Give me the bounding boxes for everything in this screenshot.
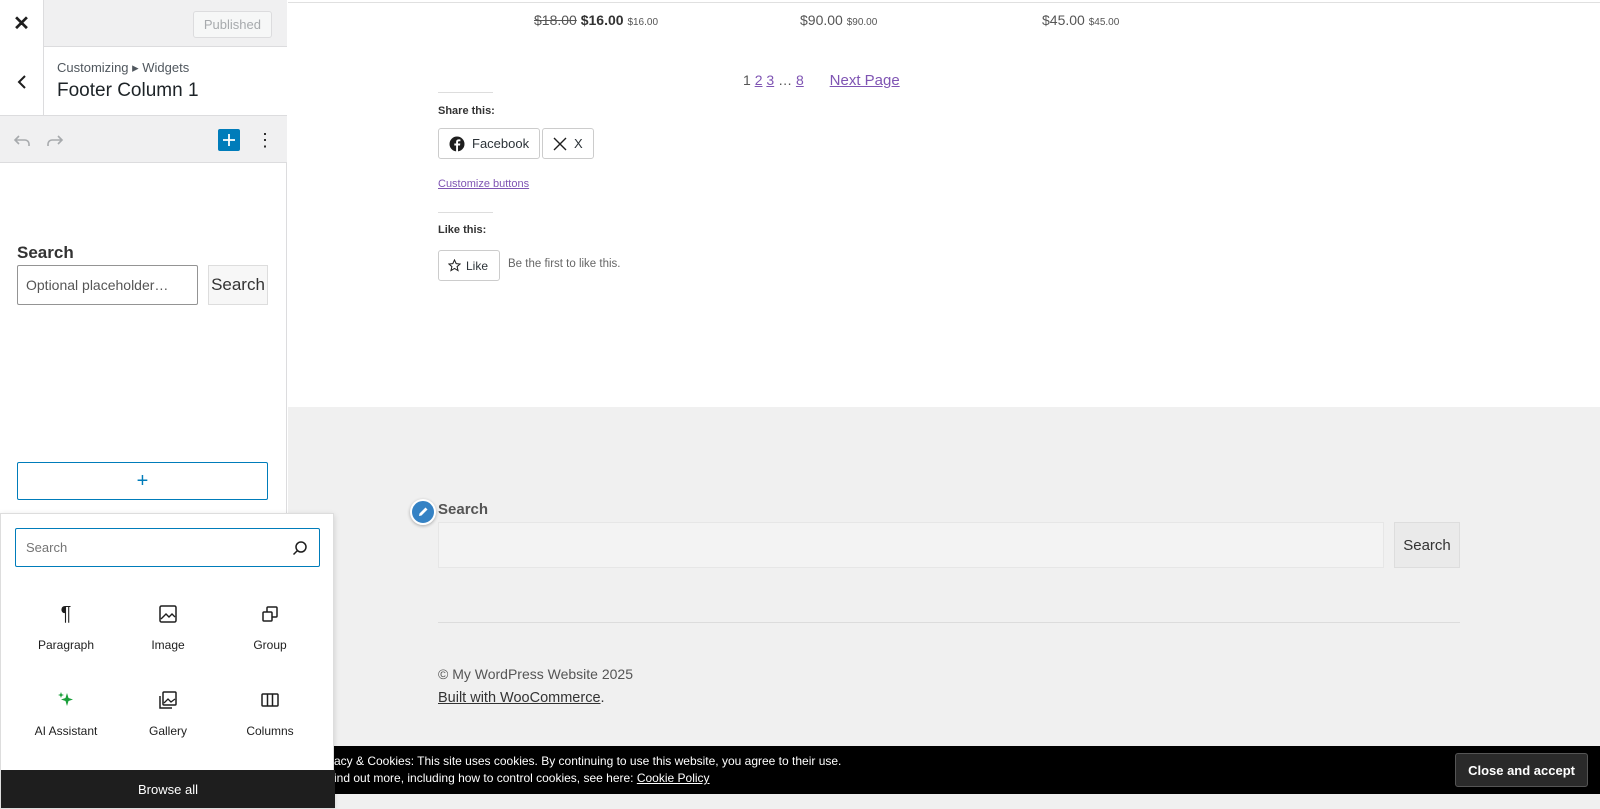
block-search-placeholder: Search [26,540,68,555]
site-preview: $18.00 $16.00 $16.00 $90.00 $90.00 $45.0… [288,0,1600,809]
back-button[interactable] [0,47,44,116]
edit-widget-shortcut-button[interactable] [410,499,436,525]
options-menu-button[interactable]: ⋮ [254,128,276,152]
chevron-left-icon [17,74,26,89]
cookie-line-1: acy & Cookies: This site uses cookies. B… [334,754,842,768]
block-item-image[interactable]: Image [117,592,219,660]
block-label: AI Assistant [34,724,98,738]
divider [438,622,1460,623]
block-item-columns[interactable]: Columns [219,678,321,746]
cookie-line-2: ind out more, including how to control c… [334,770,841,787]
published-button[interactable]: Published [192,11,272,38]
columns-icon [258,688,282,712]
search-icon [292,541,307,556]
footer-search-button[interactable]: Search [1394,522,1460,568]
cookie-banner: acy & Cookies: This site uses cookies. B… [288,746,1600,794]
customizer-top-bar: ✕ Published [0,0,287,47]
copyright-text: © My WordPress Website 2025 [438,666,633,682]
pagination-ellipsis: … [778,72,793,88]
divider [288,2,1600,3]
add-block-button[interactable]: + [17,462,268,500]
block-item-paragraph[interactable]: ¶ Paragraph [15,592,117,660]
ai-assistant-icon [54,688,78,712]
block-label: Group [253,638,287,652]
star-icon [448,259,461,272]
like-text: Be the first to like this. [508,258,621,270]
divider [438,212,493,213]
image-icon [156,602,180,626]
product-price: $45.00 $45.00 [1042,12,1119,28]
block-editor-toolbar: ⋮ [0,116,287,163]
price-small: $16.00 [627,17,659,28]
add-block-toggle-button[interactable] [218,129,240,151]
cookie-text: acy & Cookies: This site uses cookies. B… [334,753,841,787]
panel-title: Footer Column 1 [57,80,199,101]
block-item-gallery[interactable]: Gallery [117,678,219,746]
facebook-label: Facebook [472,136,530,151]
pagination: 1 2 3 … 8 Next Page [743,72,900,89]
block-search-input[interactable]: Search [15,528,320,567]
page-link-2[interactable]: 2 [755,72,763,88]
product-price: $18.00 $16.00 $16.00 [534,12,658,28]
x-logo-icon [553,137,567,150]
browse-all-button[interactable]: Browse all [1,770,335,808]
block-item-group[interactable]: Group [219,592,321,660]
divider [438,92,493,93]
product-price: $90.00 $90.00 [800,12,877,28]
footer-search-label: Search [438,501,489,518]
block-label: Gallery [148,724,187,738]
pencil-icon [419,507,428,516]
paragraph-icon: ¶ [60,602,72,625]
woocommerce-link[interactable]: Built with WooCommerce [438,690,601,706]
current-page: 1 [743,72,751,88]
page-link-8[interactable]: 8 [796,72,804,88]
close-and-accept-button[interactable]: Close and accept [1455,753,1588,787]
footer-search-input[interactable] [438,522,1384,568]
plus-icon: + [136,469,149,492]
block-label: Image [151,638,185,652]
page-link-3[interactable]: 3 [766,72,774,88]
price: $45.00 [1042,12,1085,28]
plus-icon [223,134,235,146]
like-button[interactable]: Like [438,250,500,281]
x-label: X [574,136,583,151]
share-heading: Share this: [438,105,495,117]
like-label: Like [466,258,489,273]
block-grid: ¶ Paragraph Image Group AI Assistant Gal… [15,592,320,746]
panel-header: Customizing ▸ Widgets Footer Column 1 [0,47,287,116]
block-item-ai-assistant[interactable]: AI Assistant [15,678,117,746]
price-small: $45.00 [1088,17,1120,28]
price-small: $90.00 [846,17,878,28]
cookie-policy-link[interactable]: Cookie Policy [637,771,710,785]
group-icon [258,602,282,626]
close-customizer-button[interactable]: ✕ [0,0,44,47]
gallery-icon [156,688,180,712]
search-widget-button[interactable]: Search [208,265,268,305]
built-with-text: Built with WooCommerce. [438,690,605,706]
block-inserter-popover: Search ¶ Paragraph Image Group AI Assist… [0,513,335,809]
close-icon: ✕ [13,13,30,35]
sale-price: $16.00 [580,12,624,28]
next-page-link[interactable]: Next Page [830,72,900,89]
share-x-button[interactable]: X [542,128,594,159]
block-label: Paragraph [37,638,95,652]
redo-icon[interactable] [43,128,67,152]
price: $90.00 [800,12,843,28]
undo-icon[interactable] [10,128,34,152]
cookie-line-2-text: ind out more, including how to control c… [334,771,637,785]
search-widget-placeholder-field[interactable]: Optional placeholder… [17,265,198,305]
more-vertical-icon: ⋮ [256,129,274,150]
facebook-icon [449,136,465,152]
breadcrumb: Customizing ▸ Widgets [57,60,190,75]
customize-buttons-link[interactable]: Customize buttons [438,178,529,190]
like-heading: Like this: [438,224,487,236]
share-facebook-button[interactable]: Facebook [438,128,541,159]
old-price: $18.00 [534,12,577,28]
search-widget-label[interactable]: Search [17,243,74,263]
period: . [600,690,605,706]
block-label: Columns [246,724,294,738]
